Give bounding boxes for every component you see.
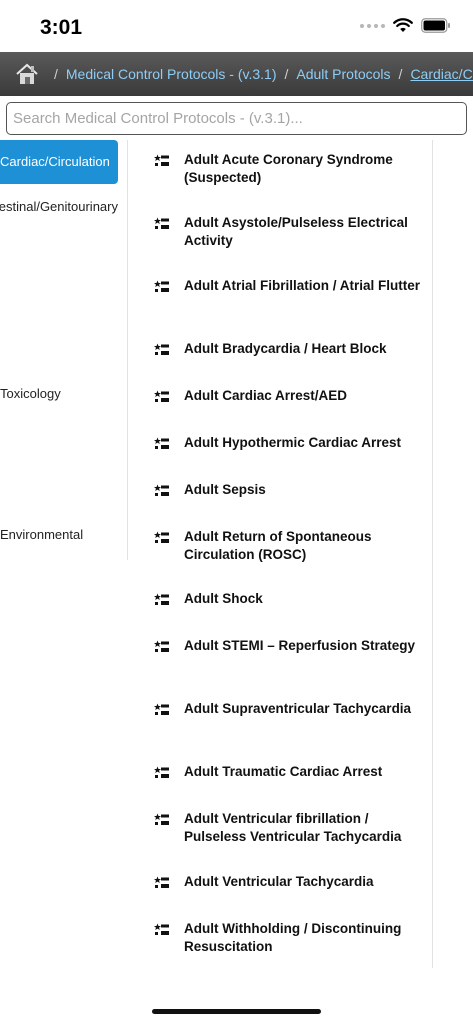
protocol-label: Adult Hypothermic Cardiac Arrest	[184, 435, 402, 450]
protocol-label: Adult Shock	[184, 591, 263, 606]
protocol-sequence-icon	[154, 437, 170, 451]
list-item[interactable]: Adult Hypothermic Cardiac Arrest	[154, 434, 424, 452]
protocol-label: Adult Ventricular Tachycardia	[184, 874, 374, 889]
battery-icon	[421, 18, 451, 33]
list-item[interactable]: Adult Withholding / Discontinuing Resusc…	[154, 920, 424, 955]
sidebar-item-gastrointestinal-genitourinary[interactable]: Gastrointestinal/Genitourinary	[0, 185, 118, 229]
protocol-sequence-icon	[154, 217, 170, 231]
list-item[interactable]: Adult Cardiac Arrest/AED	[154, 387, 424, 405]
protocol-sequence-icon	[154, 484, 170, 498]
breadcrumb-link-medical-control-protocols[interactable]: Medical Control Protocols - (v.3.1)	[66, 66, 277, 82]
protocol-label: Adult Acute Coronary Syndrome (Suspected…	[184, 152, 393, 185]
signal-icon	[360, 23, 385, 28]
protocol-label: Adult Cardiac Arrest/AED	[184, 388, 348, 403]
protocol-label: Adult Sepsis	[184, 482, 266, 497]
breadcrumb-separator: /	[398, 66, 403, 82]
breadcrumb-separator: /	[54, 66, 58, 82]
protocol-label: Adult Bradycardia / Heart Block	[184, 341, 387, 356]
status-icons	[360, 18, 451, 33]
sidebar-item-label: Environmental	[0, 527, 84, 542]
sidebar-item-label: Cardiac/Circulation	[0, 154, 110, 169]
list-item[interactable]: Adult Supraventricular Tachycardia	[154, 700, 424, 718]
list-item[interactable]: Adult Bradycardia / Heart Block	[154, 340, 424, 358]
protocol-sequence-icon	[154, 154, 170, 168]
list-item[interactable]: Adult Ventricular Tachycardia	[154, 873, 424, 891]
protocol-sequence-icon	[154, 703, 170, 717]
protocol-sequence-icon	[154, 593, 170, 607]
sidebar-item-cardiac-circulation[interactable]: Cardiac/Circulation	[0, 140, 118, 184]
search-box	[6, 102, 467, 135]
protocol-sequence-icon	[154, 390, 170, 404]
protocol-sequence-icon	[154, 766, 170, 780]
protocol-sequence-icon	[154, 531, 170, 545]
protocol-label: Adult STEMI – Reperfusion Strategy	[184, 638, 416, 653]
protocol-sequence-icon	[154, 813, 170, 827]
sidebar-item-label: Toxicology	[0, 386, 61, 401]
home-indicator[interactable]	[152, 1009, 321, 1014]
sidebar-item-toxicology[interactable]: Toxicology	[0, 372, 118, 416]
status-time: 3:01	[40, 16, 83, 39]
sidebar-item-label: Gastrointestinal/Genitourinary	[0, 199, 118, 214]
list-item[interactable]: Adult Asystole/Pulseless Electrical Acti…	[154, 214, 424, 249]
protocol-sequence-icon	[154, 280, 170, 294]
breadcrumb-current-cardiac-circulation[interactable]: Cardiac/Circulation	[410, 66, 473, 82]
protocol-sequence-icon	[154, 876, 170, 890]
category-sidebar: Cardiac/Circulation Gastrointestinal/Gen…	[0, 140, 128, 560]
protocol-label: Adult Ventricular fibrillation / Pulsele…	[184, 811, 402, 844]
wifi-icon	[393, 18, 413, 33]
protocol-label: Adult Return of Spontaneous Circulation …	[184, 529, 372, 562]
list-item[interactable]: Adult Acute Coronary Syndrome (Suspected…	[154, 151, 424, 186]
protocol-sequence-icon	[154, 923, 170, 937]
status-bar: 3:01	[0, 0, 473, 52]
sidebar-item-environmental[interactable]: Environmental	[0, 513, 118, 557]
list-item[interactable]: Adult Atrial Fibrillation / Atrial Flutt…	[154, 277, 424, 295]
protocol-sequence-icon	[154, 640, 170, 654]
protocol-label: Adult Atrial Fibrillation / Atrial Flutt…	[184, 278, 420, 293]
search-input[interactable]	[7, 103, 466, 134]
breadcrumb: / Medical Control Protocols - (v.3.1) / …	[0, 52, 473, 96]
protocol-label: Adult Supraventricular Tachycardia	[184, 701, 412, 716]
list-item[interactable]: Adult Ventricular fibrillation / Pulsele…	[154, 810, 424, 845]
column-divider	[432, 140, 433, 968]
breadcrumb-separator: /	[284, 66, 289, 82]
list-item[interactable]: Adult STEMI – Reperfusion Strategy	[154, 637, 424, 655]
list-item[interactable]: Adult Traumatic Cardiac Arrest	[154, 763, 424, 781]
list-item[interactable]: Adult Return of Spontaneous Circulation …	[154, 528, 424, 563]
protocol-sequence-icon	[154, 343, 170, 357]
breadcrumb-link-adult-protocols[interactable]: Adult Protocols	[296, 66, 390, 82]
protocol-label: Adult Traumatic Cardiac Arrest	[184, 764, 383, 779]
protocol-label: Adult Withholding / Discontinuing Resusc…	[184, 921, 402, 954]
list-item[interactable]: Adult Sepsis	[154, 481, 424, 499]
home-icon[interactable]	[14, 61, 40, 87]
protocol-label: Adult Asystole/Pulseless Electrical Acti…	[184, 215, 408, 248]
list-item[interactable]: Adult Shock	[154, 590, 424, 608]
